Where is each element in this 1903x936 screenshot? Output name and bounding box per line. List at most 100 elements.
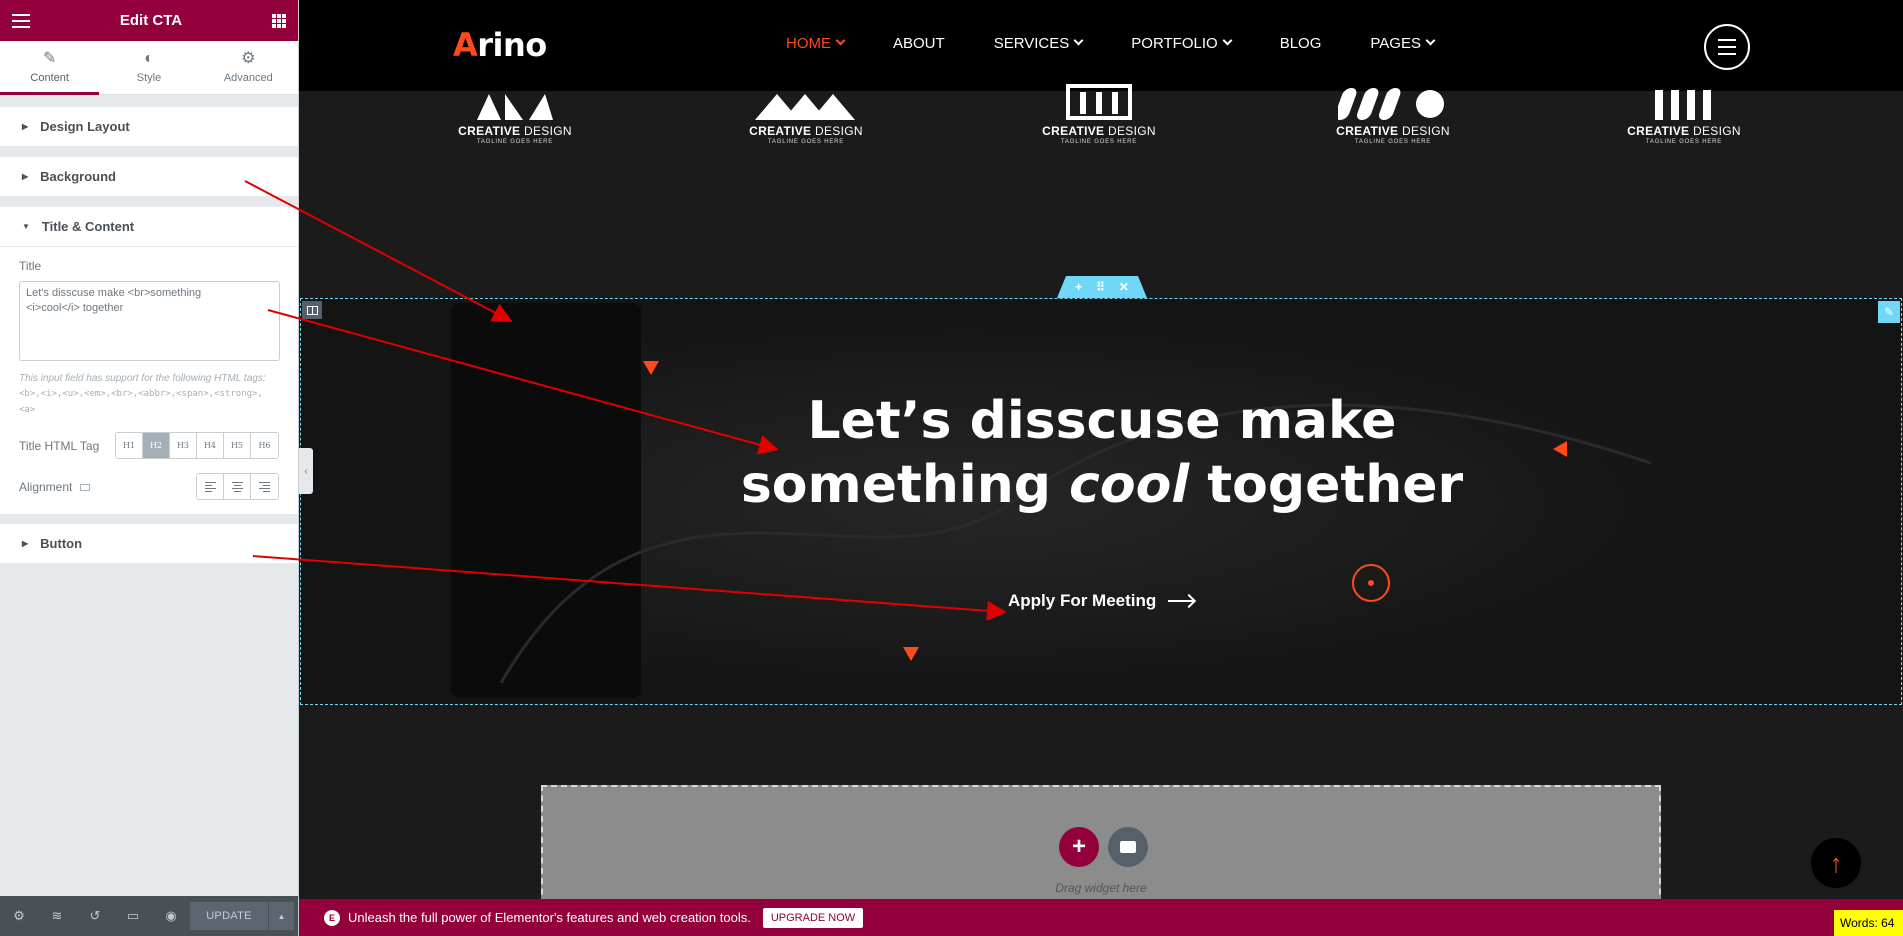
edit-widget-icon[interactable]: ✎ [1878,301,1900,323]
section-title-content[interactable]: ▼ Title & Content [0,207,298,247]
menu-item-label: PORTFOLIO [1131,35,1218,52]
chevron-down-icon [1425,35,1436,46]
menu-item-home[interactable]: HOME [786,35,846,52]
section-button-label: Button [40,536,83,551]
menu-icon[interactable] [12,13,30,28]
desktop-icon[interactable] [80,483,91,491]
tag-h2-button[interactable]: H2 [143,433,170,458]
scroll-to-top-button[interactable]: ↑ [1811,838,1861,888]
brand-name: CREATIVE DESIGN [1336,124,1450,138]
alignment-group [196,473,279,500]
triangle-shape-icon [643,361,659,375]
collapse-panel-icon[interactable]: ‹ [299,448,313,494]
editor-panel: Edit CTA ✎ Content ◐ Style ⚙ Advanced ▶ … [0,0,299,936]
brand-logo: CREATIVE DESIGN TAGLINE GOES HERE [1328,84,1458,145]
offcanvas-menu-button[interactable] [1704,24,1750,70]
update-button[interactable]: UPDATE [190,902,268,930]
responsive-icon[interactable]: ▭ [114,896,152,936]
word-count-badge: Words: 64 [1834,910,1903,936]
widgets-grid-icon[interactable] [272,13,286,28]
update-options-caret-icon[interactable]: ▲ [268,902,294,930]
menu-item-pages[interactable]: PAGES [1370,35,1436,52]
brand-tagline: TAGLINE GOES HERE [476,139,554,145]
title-content-body: Title Let's disscuse make <br>something … [0,247,298,514]
add-section-button[interactable]: + [1059,827,1099,867]
brand-name: CREATIVE DESIGN [458,124,572,138]
site-header: Arino HOME ABOUT SERVICES PORTFOLIO BLOG… [299,0,1903,91]
brand-logo: CREATIVE DESIGN TAGLINE GOES HERE [741,84,871,145]
title-html-tag-row: Title HTML Tag H1 H2 H3 H4 H5 H6 [19,432,279,459]
caret-right-icon: ▶ [22,172,29,181]
arrow-right-icon [1168,600,1195,602]
apply-meeting-button[interactable]: Apply For Meeting [1008,591,1195,611]
section-button[interactable]: ▶ Button [0,524,298,564]
alignment-label: Alignment [19,479,73,494]
triangle-shape-icon [903,647,919,661]
title-textarea[interactable]: Let's disscuse make <br>something <i>coo… [19,281,280,361]
menu-item-label: ABOUT [893,35,945,52]
tag-h5-button[interactable]: H5 [224,433,251,458]
align-left-button[interactable] [197,474,224,499]
menu-item-blog[interactable]: BLOG [1280,35,1322,52]
brand-mark-triangles-icon [741,84,871,120]
hint-text: This input field has support for the fol… [19,373,266,384]
tag-h4-button[interactable]: H4 [197,433,224,458]
chevron-down-icon [1073,35,1084,46]
add-section-icon[interactable]: + [1075,280,1082,294]
caret-right-icon: ▶ [22,539,29,548]
menu-item-label: PAGES [1370,35,1421,52]
menu-item-portfolio[interactable]: PORTFOLIO [1131,35,1233,52]
cta-title: Let’s disscuse make something cool toget… [301,389,1901,517]
brand-logo: CREATIVE DESIGN TAGLINE GOES HERE [1034,84,1164,145]
hint-tags: <b>,<i>,<u>,<em>,<br>,<abbr>,<span>,<str… [19,389,263,415]
section-background[interactable]: ▶ Background [0,157,298,197]
brand-tagline: TAGLINE GOES HERE [1645,139,1723,145]
alignment-row: Alignment [19,473,279,500]
section-handle: + ⠿ ✕ [1057,276,1147,298]
menu-item-label: BLOG [1279,35,1322,52]
title-label: Title [19,259,42,273]
tab-style[interactable]: ◐ Style [99,41,198,94]
logo-rest: rino [477,26,547,64]
column-handle-icon[interactable] [302,301,322,319]
add-template-folder-icon[interactable] [1108,827,1148,867]
section-design-layout[interactable]: ▶ Design Layout [0,107,298,147]
align-left-icon [204,481,216,492]
navigator-icon[interactable]: ≋ [38,896,76,936]
section-background-label: Background [40,169,116,184]
caret-right-icon: ▶ [22,122,29,131]
menu-item-services[interactable]: SERVICES [994,35,1084,52]
empty-section-dropzone[interactable]: + Drag widget here [541,785,1661,905]
upgrade-now-button[interactable]: UPGRADE NOW [762,907,864,928]
tag-h1-button[interactable]: H1 [116,433,143,458]
site-logo[interactable]: Arino [453,26,547,64]
logo-first-letter: A [453,26,478,64]
history-icon[interactable]: ↺ [76,896,114,936]
menu-item-label: HOME [786,35,831,52]
tab-content[interactable]: ✎ Content [0,41,100,95]
close-icon[interactable]: ✕ [1119,280,1129,294]
tag-h3-button[interactable]: H3 [170,433,197,458]
promo-bar: E Unleash the full power of Elementor's … [299,899,1903,936]
align-center-icon [231,481,243,492]
brand-mark-pillars-icon [1619,84,1749,120]
promo-message: Unleash the full power of Elementor's fe… [348,910,751,925]
brand-tagline: TAGLINE GOES HERE [1354,139,1432,145]
menu-item-about[interactable]: ABOUT [893,35,945,52]
ring-shape-icon [1352,564,1390,602]
brand-tagline: TAGLINE GOES HERE [1060,139,1138,145]
drag-handle-icon[interactable]: ⠿ [1096,280,1105,294]
tab-advanced[interactable]: ⚙ Advanced [199,41,298,94]
tab-style-label: Style [136,72,162,84]
preview-eye-icon[interactable]: ◉ [152,896,190,936]
settings-icon[interactable]: ⚙ [0,896,38,936]
panel-footer: ⚙ ≋ ↺ ▭ ◉ UPDATE ▲ [0,896,298,936]
align-center-button[interactable] [224,474,251,499]
cta-section[interactable]: ✎ Let’s disscuse make something cool tog… [300,298,1902,705]
cta-title-italic: cool [1069,455,1190,515]
main-menu: HOME ABOUT SERVICES PORTFOLIO BLOG PAGES [786,35,1483,52]
align-right-button[interactable] [251,474,278,499]
tag-h6-button[interactable]: H6 [251,433,278,458]
brand-logo: CREATIVE DESIGN TAGLINE GOES HERE [1619,84,1749,145]
section-design-layout-label: Design Layout [40,119,130,134]
